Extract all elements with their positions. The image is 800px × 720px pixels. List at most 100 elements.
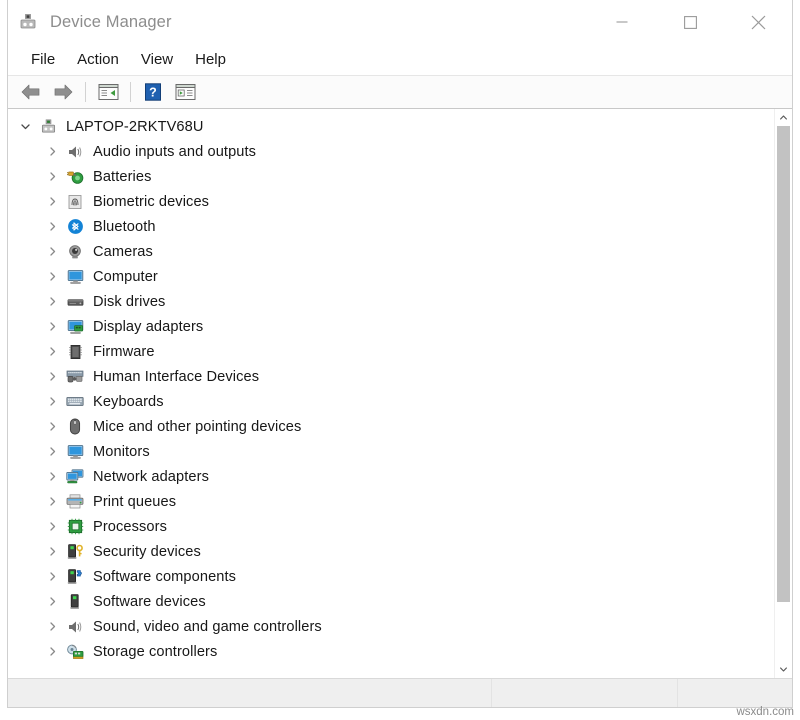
svg-text:?: ? [149,85,157,99]
tree-item-cameras[interactable]: Cameras [8,239,774,264]
tree-item-computer[interactable]: Computer [8,264,774,289]
device-manager-screenshot: Device Manager [0,0,800,720]
monitor-icon [65,443,85,461]
scrollbar-track[interactable] [775,126,792,661]
speaker-icon [65,618,85,636]
minimize-button[interactable] [588,0,656,44]
tree-item-human-interface-devices[interactable]: Human Interface Devices [8,364,774,389]
tree-item-label: Keyboards [93,394,164,410]
tree-root-label: LAPTOP-2RKTV68U [66,119,204,135]
help-button[interactable]: ? [138,79,168,105]
tree-item-label: Software devices [93,594,206,610]
chevron-right-icon[interactable] [44,168,61,185]
tree-item-security-devices[interactable]: Security devices [8,539,774,564]
tree-item-label: Security devices [93,544,201,560]
back-button[interactable] [16,79,46,105]
chevron-right-icon[interactable] [44,393,61,410]
firmware-chip-icon [65,343,85,361]
menu-item-view[interactable]: View [130,48,184,71]
tree-item-label: Network adapters [93,469,209,485]
tree-item-print-queues[interactable]: Print queues [8,489,774,514]
tree-item-label: Bluetooth [93,219,156,235]
tree-item-label: Sound, video and game controllers [93,619,322,635]
menu-bar: File Action View Help [8,44,792,75]
chevron-right-icon[interactable] [44,518,61,535]
chevron-right-icon[interactable] [44,418,61,435]
processor-icon [65,518,85,536]
chevron-right-icon[interactable] [44,543,61,560]
hid-icon [65,368,85,386]
speaker-icon [65,143,85,161]
tree-pane: LAPTOP-2RKTV68U [8,109,792,678]
toolbar-separator-2 [130,82,131,102]
tree-item-display-adapters[interactable]: Display adapters [8,314,774,339]
scrollbar-thumb[interactable] [777,126,790,602]
chevron-right-icon[interactable] [44,343,61,360]
forward-button[interactable] [48,79,78,105]
watermark: wsxdn.com [736,706,794,718]
window-title: Device Manager [50,13,172,32]
tree-item-software-components[interactable]: Software components [8,564,774,589]
scroll-down-button[interactable] [775,661,792,678]
mouse-icon [65,418,85,436]
chevron-right-icon[interactable] [44,443,61,460]
chevron-right-icon[interactable] [44,218,61,235]
chevron-right-icon[interactable] [44,493,61,510]
scroll-up-button[interactable] [775,109,792,126]
battery-plug-icon [65,168,85,186]
toolbar-separator-1 [85,82,86,102]
chevron-right-icon[interactable] [44,593,61,610]
chevron-right-icon[interactable] [44,643,61,660]
tree-item-label: Print queues [93,494,176,510]
tree-item-storage-controllers[interactable]: Storage controllers [8,639,774,664]
tree-root-node[interactable]: LAPTOP-2RKTV68U [8,114,774,139]
chevron-right-icon[interactable] [44,618,61,635]
chevron-right-icon[interactable] [44,293,61,310]
chevron-right-icon[interactable] [44,368,61,385]
monitor-icon [65,268,85,286]
display-adapter-icon [65,318,85,336]
tree-item-sound-video-and-game-controllers[interactable]: Sound, video and game controllers [8,614,774,639]
toolbar: ? [8,75,792,109]
chevron-right-icon[interactable] [44,468,61,485]
close-button[interactable] [724,0,792,44]
tree-item-network-adapters[interactable]: Network adapters [8,464,774,489]
chevron-down-icon[interactable] [17,118,34,135]
properties-button[interactable] [93,79,123,105]
tree-item-processors[interactable]: Processors [8,514,774,539]
tree-item-label: Batteries [93,169,152,185]
tree-item-label: Mice and other pointing devices [93,419,301,435]
tree-item-label: Computer [93,269,158,285]
chevron-right-icon[interactable] [44,243,61,260]
show-panel-button[interactable] [170,79,200,105]
tree-item-label: Processors [93,519,167,535]
chevron-right-icon[interactable] [44,193,61,210]
menu-item-action[interactable]: Action [66,48,130,71]
chevron-right-icon[interactable] [44,568,61,585]
tree-item-mice-and-other-pointing-devices[interactable]: Mice and other pointing devices [8,414,774,439]
device-tree: LAPTOP-2RKTV68U [8,109,774,678]
bluetooth-icon [65,218,85,236]
tree-item-monitors[interactable]: Monitors [8,439,774,464]
tree-item-bluetooth[interactable]: Bluetooth [8,214,774,239]
tree-item-firmware[interactable]: Firmware [8,339,774,364]
keyboard-icon [65,393,85,411]
tree-item-biometric-devices[interactable]: Biometric devices [8,189,774,214]
tree-item-software-devices[interactable]: Software devices [8,589,774,614]
maximize-button[interactable] [656,0,724,44]
status-segment-1 [8,679,492,707]
tree-item-keyboards[interactable]: Keyboards [8,389,774,414]
software-component-icon [65,568,85,586]
vertical-scrollbar[interactable] [774,109,792,678]
chevron-right-icon[interactable] [44,318,61,335]
tree-item-batteries[interactable]: Batteries [8,164,774,189]
chevron-right-icon[interactable] [44,268,61,285]
security-key-icon [65,543,85,561]
window-controls [588,0,792,44]
tree-item-audio-inputs-and-outputs[interactable]: Audio inputs and outputs [8,139,774,164]
menu-item-help[interactable]: Help [184,48,237,71]
menu-item-file[interactable]: File [20,48,66,71]
tree-item-disk-drives[interactable]: Disk drives [8,289,774,314]
chevron-right-icon[interactable] [44,143,61,160]
network-adapter-icon [65,468,85,486]
